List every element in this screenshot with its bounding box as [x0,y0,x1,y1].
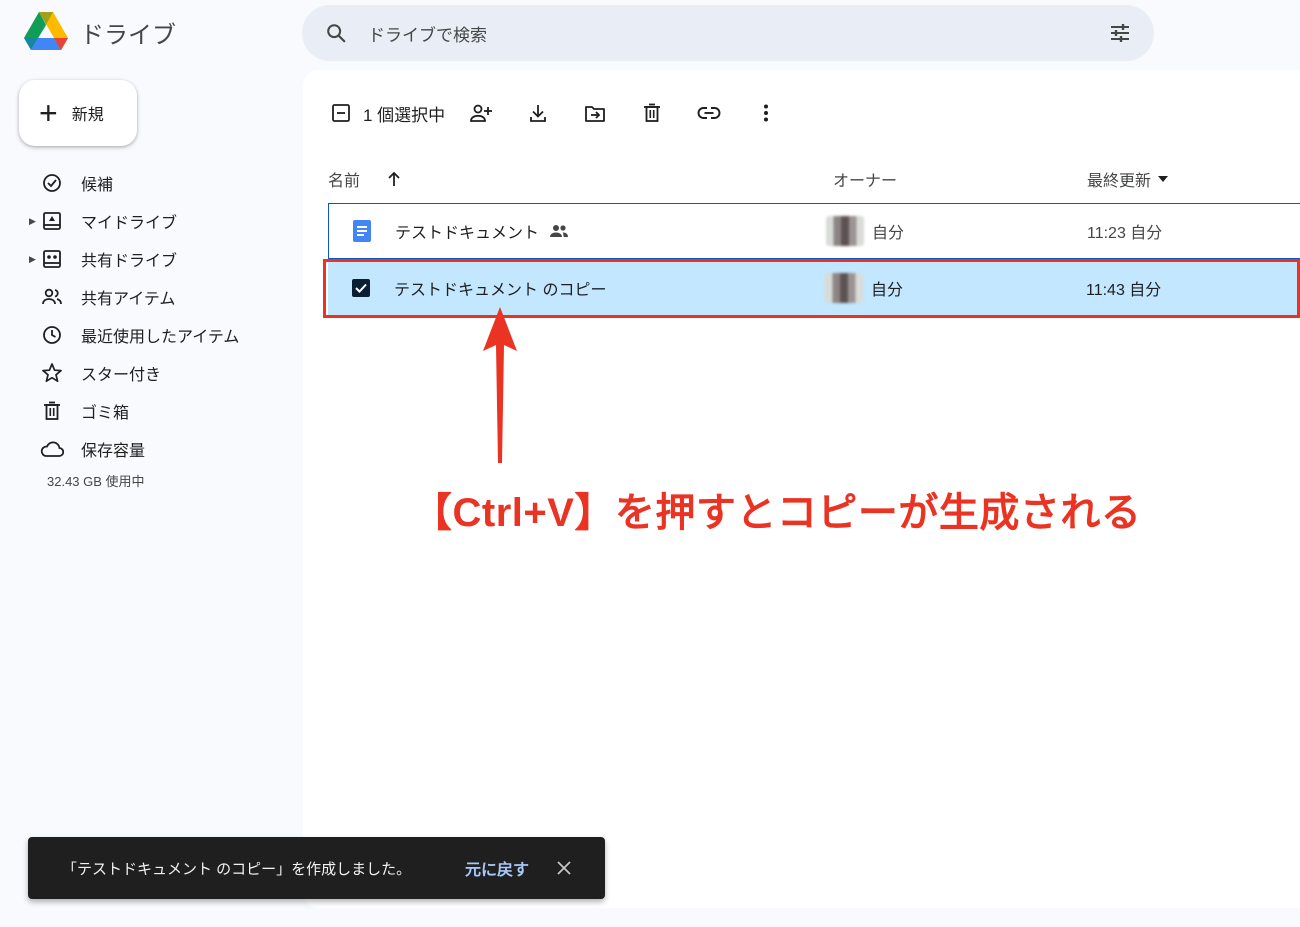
snackbar: 「テストドキュメント のコピー」を作成しました。 元に戻す [28,837,605,899]
trash-icon[interactable] [640,101,664,125]
storage-usage: 32.43 GB 使用中 [47,474,145,489]
annotation-highlight-box [323,259,1300,318]
snackbar-message: 「テストドキュメント のコピー」を作成しました。 [62,860,412,878]
modified-cell: 11:23 自分 [1087,225,1163,242]
sidebar-item-my-drive[interactable]: ▶ マイドライブ [0,202,290,240]
expand-caret-icon[interactable]: ▶ [29,216,36,227]
owner-text: 自分 [872,225,905,242]
search-icon[interactable] [322,19,350,47]
column-header-owner[interactable]: オーナー [833,167,897,191]
sidebar-item-label: マイドライブ [81,215,178,232]
deselect-icon[interactable] [329,101,353,125]
sidebar-item-label: スター付き [81,367,162,384]
new-button[interactable]: + 新規 [19,80,137,146]
search-bar[interactable]: ドライブで検索 [302,5,1154,61]
caret-down-icon[interactable] [1157,175,1169,183]
file-name: テストドキュメント [395,219,569,243]
new-button-label: 新規 [71,107,104,124]
download-icon[interactable] [526,101,550,125]
sidebar-item-trash[interactable]: ゴミ箱 [0,392,290,430]
cloud-icon [40,437,64,461]
annotation-text: 【Ctrl+V】を押すとコピーが生成される [412,491,1142,535]
share-icon[interactable] [469,101,493,125]
clock-icon [40,323,64,347]
selection-toolbar: 1 個選択中 [329,101,778,125]
sidebar-nav: 候補 ▶ マイドライブ ▶ 共有ドライブ 共有アイテム 最近使用したアイテム ス… [0,164,290,468]
link-icon[interactable] [697,101,721,125]
undo-button[interactable]: 元に戻す [465,856,529,880]
sidebar-item-storage[interactable]: 保存容量 [0,430,290,468]
expand-caret-icon[interactable]: ▶ [29,254,36,265]
selection-count: 1 個選択中 [363,105,446,125]
google-docs-icon [350,219,374,243]
more-icon[interactable] [754,101,778,125]
owner-cell: 自分 [826,216,904,246]
sidebar-item-label: 共有ドライブ [81,253,178,270]
sidebar-item-label: 保存容量 [81,443,146,460]
sort-arrow-up-icon[interactable] [386,171,402,187]
trash-icon [40,399,64,423]
sidebar-item-label: 共有アイテム [81,291,176,308]
sidebar-item-label: 最近使用したアイテム [81,329,240,346]
my-drive-icon [40,209,64,233]
shared-drive-icon [40,247,64,271]
shared-people-icon [549,224,569,238]
table-row[interactable]: テストドキュメント 自分 11:23 自分 [328,203,1300,259]
drive-logo[interactable]: ドライブ [24,12,176,52]
column-name-label: 名前 [328,173,361,190]
column-owner-label: オーナー [833,173,898,190]
sidebar-item-recent[interactable]: 最近使用したアイテム [0,316,290,354]
sidebar-item-starred[interactable]: スター付き [0,354,290,392]
search-options-icon[interactable] [1106,19,1134,47]
sidebar-item-label: ゴミ箱 [81,405,130,422]
sidebar-item-suggested[interactable]: 候補 [0,164,290,202]
move-icon[interactable] [583,101,607,125]
close-icon[interactable] [551,855,577,881]
avatar [826,216,864,246]
sidebar-item-shared-drive[interactable]: ▶ 共有ドライブ [0,240,290,278]
suggested-icon [40,171,64,195]
column-header-modified[interactable]: 最終更新 [1087,167,1169,191]
app-title: ドライブ [80,21,176,49]
column-modified-label: 最終更新 [1087,173,1152,190]
column-header-name[interactable]: 名前 [328,167,402,191]
file-name-text: テストドキュメント [395,225,540,242]
sidebar-item-shared-with-me[interactable]: 共有アイテム [0,278,290,316]
annotation-arrow-icon [483,307,517,463]
people-icon [40,285,64,309]
sidebar-item-label: 候補 [81,177,114,194]
drive-logo-icon [24,12,68,50]
plus-icon: + [39,95,58,131]
search-input[interactable]: ドライブで検索 [368,21,1106,46]
star-icon [40,361,64,385]
